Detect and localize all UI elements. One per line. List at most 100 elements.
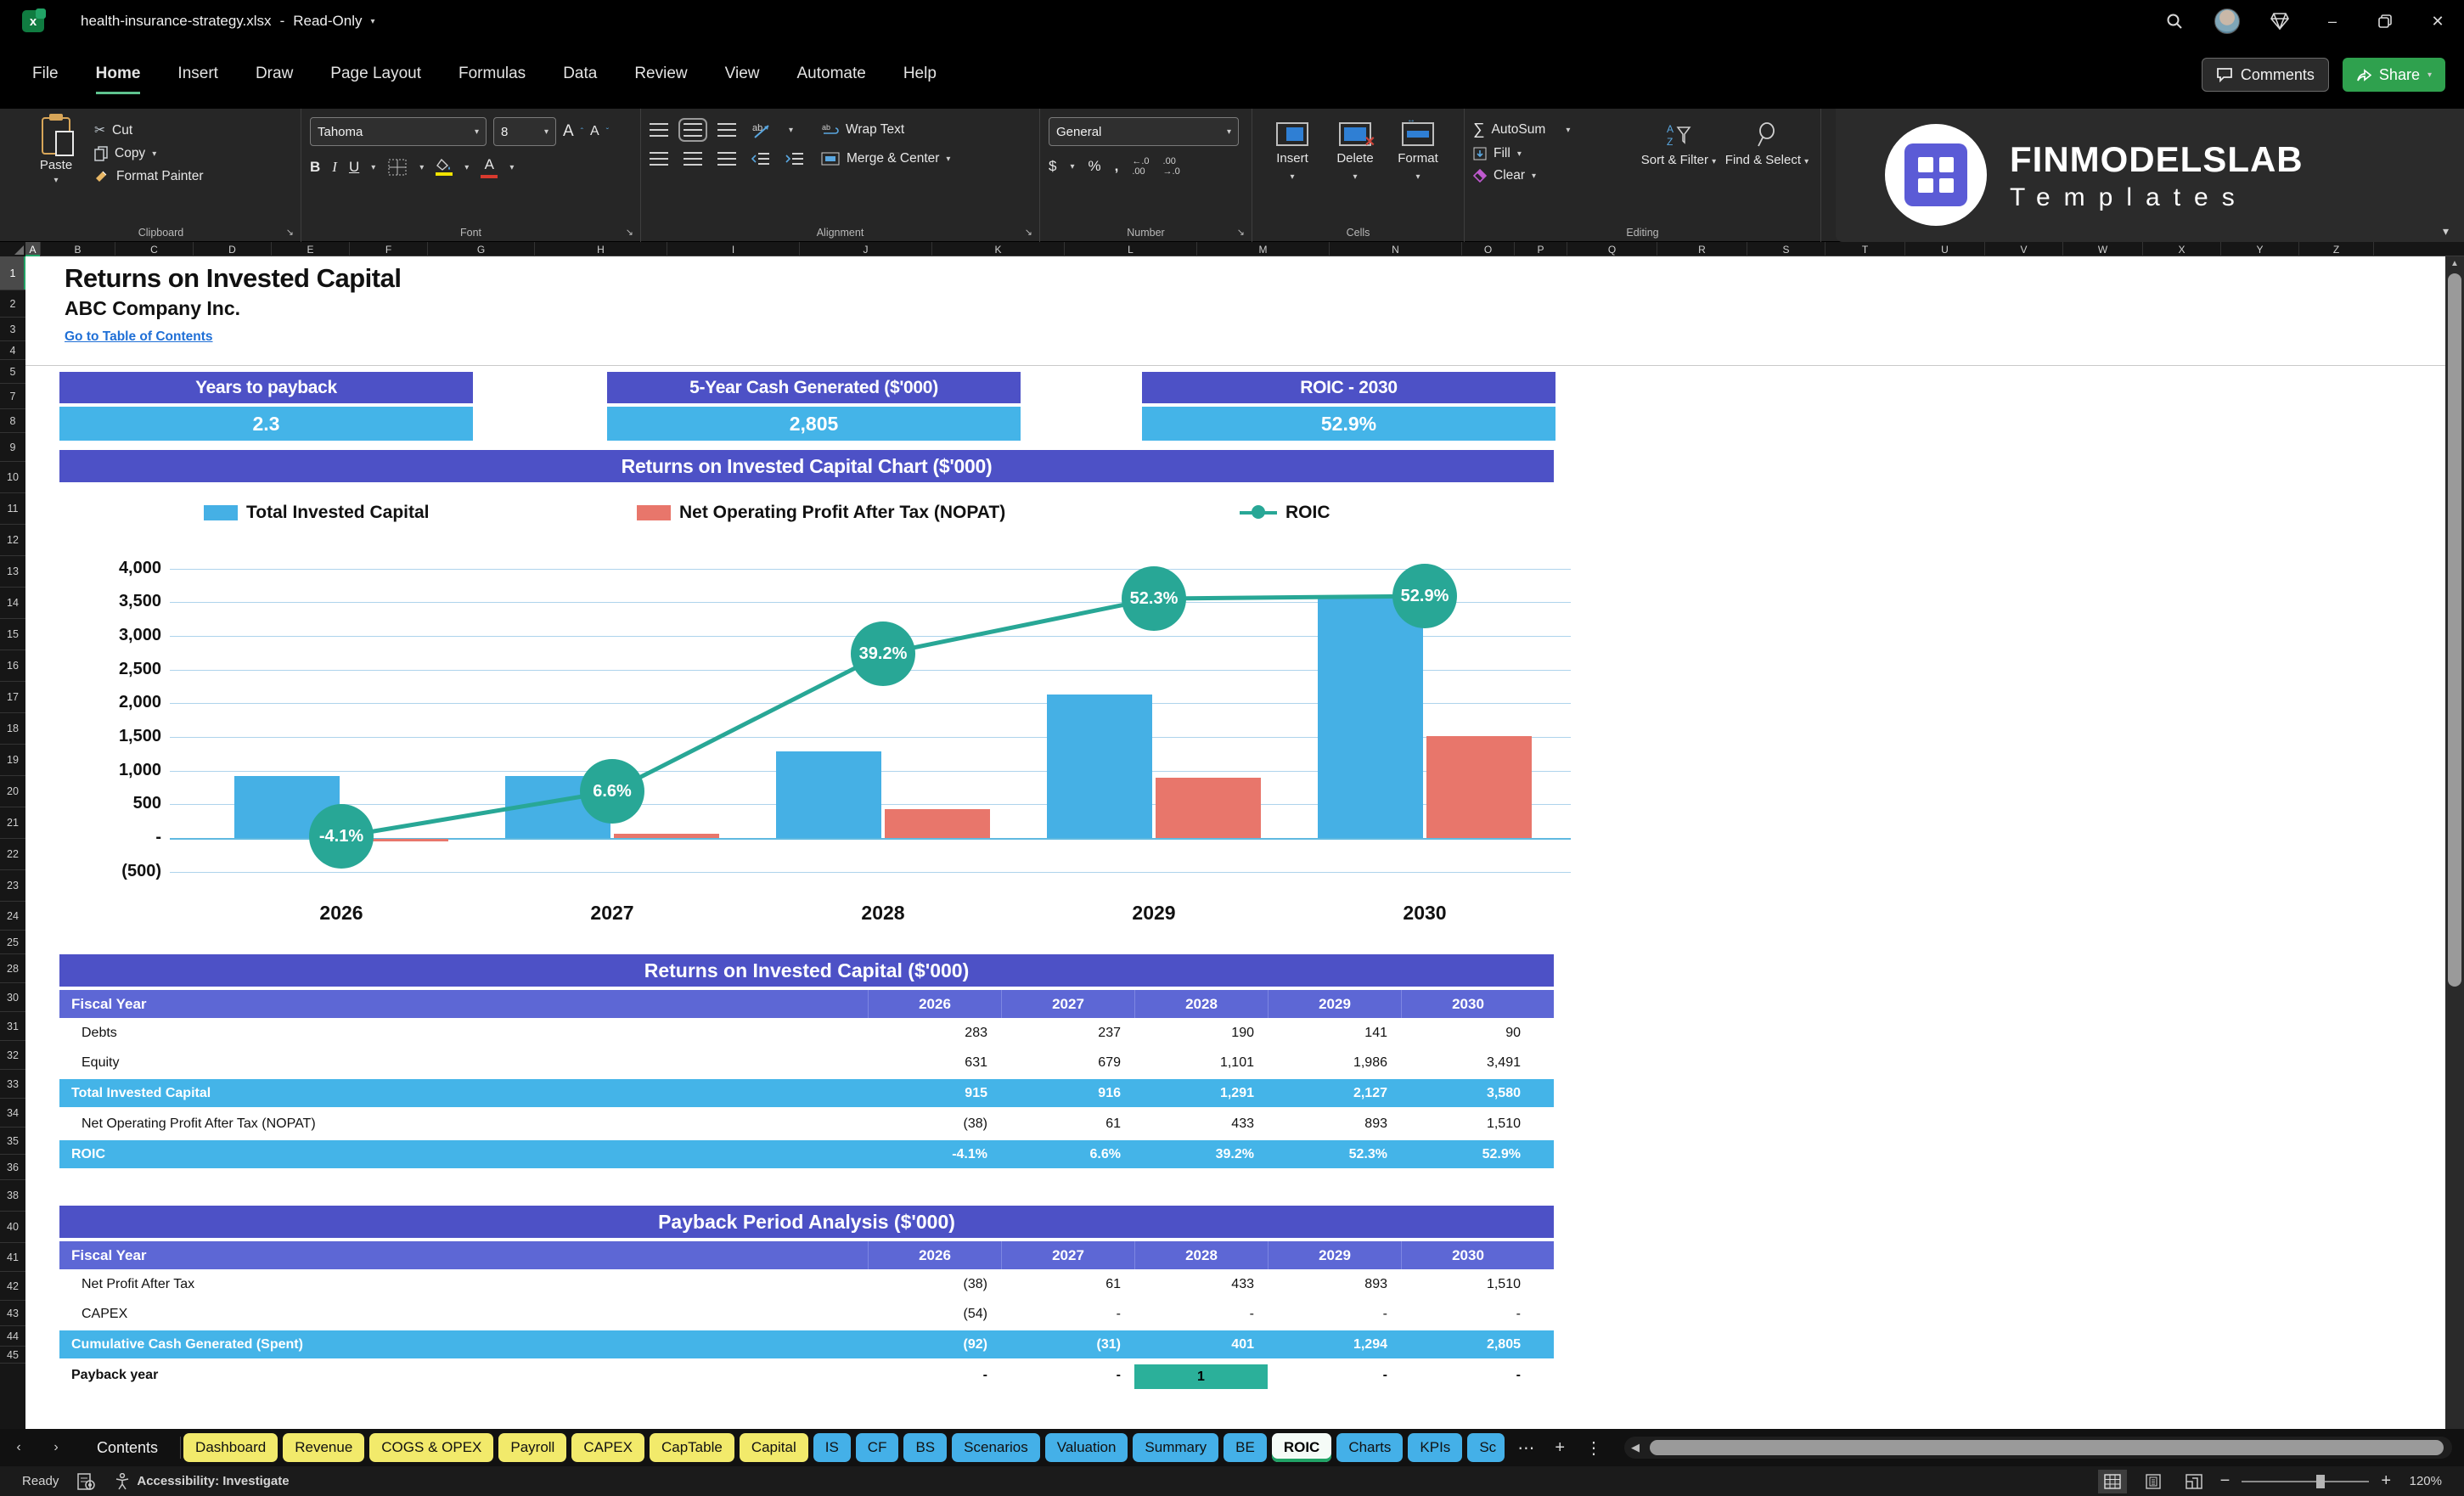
decrease-decimal-button[interactable]: .00 →.0: [1163, 156, 1180, 177]
column-header-V[interactable]: V: [1985, 242, 2063, 256]
row-header-19[interactable]: 19: [0, 745, 25, 776]
sheet-tab-cogs-opex[interactable]: COGS & OPEX: [369, 1433, 494, 1462]
table-row[interactable]: Total Invested Capital 915 916 1,291 2,127 3,…: [59, 1079, 1554, 1107]
avatar[interactable]: [2201, 0, 2253, 42]
fill-color-menu[interactable]: ▾: [464, 163, 469, 172]
align-right-button[interactable]: [717, 152, 736, 166]
macro-record-icon[interactable]: [77, 1472, 96, 1490]
column-header-T[interactable]: T: [1825, 242, 1905, 256]
row-header-43[interactable]: 43: [0, 1301, 25, 1326]
row-header-1[interactable]: 1: [0, 256, 25, 290]
row-header-17[interactable]: 17: [0, 682, 25, 713]
search-icon[interactable]: [2148, 0, 2201, 42]
tab-options-icon[interactable]: ⋮: [1575, 1437, 1612, 1459]
increase-decimal-button[interactable]: ←.0.00: [1132, 156, 1149, 177]
sheet-tab-charts[interactable]: Charts: [1336, 1433, 1404, 1462]
paste-button[interactable]: Paste ▾: [30, 114, 82, 217]
table-row[interactable]: Equity 631 679 1,101 1,986 3,491: [59, 1048, 1554, 1077]
select-all-corner[interactable]: [0, 242, 25, 256]
row-header-10[interactable]: 10: [0, 462, 25, 493]
column-header-H[interactable]: H: [535, 242, 667, 256]
bold-button[interactable]: B: [310, 159, 320, 176]
table-row[interactable]: Cumulative Cash Generated (Spent) (92) (31…: [59, 1330, 1554, 1358]
column-header-Q[interactable]: Q: [1567, 242, 1657, 256]
shrink-font-button[interactable]: Aˇ: [590, 117, 609, 146]
comma-style-button[interactable]: ,: [1115, 158, 1119, 175]
font-color-button[interactable]: A: [481, 156, 498, 178]
column-header-R[interactable]: R: [1657, 242, 1747, 256]
column-header-F[interactable]: F: [350, 242, 428, 256]
column-header-W[interactable]: W: [2063, 242, 2143, 256]
scroll-left-icon[interactable]: ◀: [1631, 1441, 1640, 1454]
fill-button[interactable]: Fill ▾: [1473, 146, 1634, 161]
decrease-indent-icon[interactable]: [751, 152, 770, 166]
chevron-down-icon[interactable]: ▾: [371, 17, 375, 26]
column-header-E[interactable]: E: [272, 242, 350, 256]
zoom-out-button[interactable]: −: [2220, 1471, 2231, 1491]
borders-menu[interactable]: ▾: [419, 163, 424, 172]
table-of-contents-link[interactable]: Go to Table of Contents: [65, 329, 213, 345]
row-header-25[interactable]: 25: [0, 931, 25, 954]
column-header-C[interactable]: C: [115, 242, 194, 256]
more-sheets-icon[interactable]: ⋯: [1507, 1437, 1544, 1459]
menu-tab-insert[interactable]: Insert: [177, 65, 218, 94]
row-header-24[interactable]: 24: [0, 902, 25, 931]
sheet-tab-is[interactable]: IS: [813, 1433, 851, 1462]
row-header-34[interactable]: 34: [0, 1099, 25, 1128]
sheet-tab-summary[interactable]: Summary: [1133, 1433, 1219, 1462]
row-header-3[interactable]: 3: [0, 318, 25, 341]
number-dialog-launcher[interactable]: ↘: [1237, 227, 1245, 238]
row-header-20[interactable]: 20: [0, 776, 25, 807]
row-header-7[interactable]: 7: [0, 384, 25, 409]
zoom-level[interactable]: 120%: [2403, 1474, 2442, 1488]
sheet-tab-captable[interactable]: CapTable: [649, 1433, 734, 1462]
sheet-tab-contents[interactable]: Contents: [75, 1439, 180, 1457]
row-header-30[interactable]: 30: [0, 983, 25, 1012]
accounting-format-button[interactable]: $: [1049, 158, 1056, 175]
sheet-tab-dashboard[interactable]: Dashboard: [183, 1433, 278, 1462]
insert-cells-button[interactable]: Insert ▾: [1261, 117, 1324, 217]
find-select-button[interactable]: Find & Select ▾: [1723, 117, 1811, 217]
sheet-tab-sc[interactable]: Sc: [1467, 1433, 1505, 1462]
clear-button[interactable]: Clear ▾: [1473, 168, 1634, 183]
italic-button[interactable]: I: [332, 159, 337, 176]
menu-tab-file[interactable]: File: [32, 65, 59, 94]
scroll-up-icon[interactable]: ▲: [2445, 256, 2464, 270]
row-header-32[interactable]: 32: [0, 1041, 25, 1070]
menu-tab-automate[interactable]: Automate: [796, 65, 865, 94]
row-header-16[interactable]: 16: [0, 650, 25, 682]
sheet-tab-valuation[interactable]: Valuation: [1044, 1433, 1128, 1462]
align-top-button[interactable]: [650, 123, 668, 137]
format-cells-button[interactable]: ↔ Format ▾: [1387, 115, 1449, 217]
row-header-38[interactable]: 38: [0, 1180, 25, 1212]
sheet-grid[interactable]: Returns on Invested Capital ABC Company …: [25, 256, 2445, 1429]
sheet-tab-bs[interactable]: BS: [903, 1433, 948, 1462]
row-header-2[interactable]: 2: [0, 290, 25, 318]
wrap-text-button[interactable]: ab Wrap Text: [822, 122, 904, 138]
sheet-tab-revenue[interactable]: Revenue: [283, 1433, 365, 1462]
row-header-28[interactable]: 28: [0, 954, 25, 983]
row-header-18[interactable]: 18: [0, 713, 25, 745]
column-header-I[interactable]: I: [667, 242, 800, 256]
sheet-tab-cf[interactable]: CF: [855, 1433, 899, 1462]
underline-button[interactable]: U: [349, 159, 359, 176]
row-header-41[interactable]: 41: [0, 1243, 25, 1272]
comments-button[interactable]: Comments: [2201, 58, 2329, 92]
clipboard-dialog-launcher[interactable]: ↘: [286, 227, 294, 238]
row-header-45[interactable]: 45: [0, 1347, 25, 1364]
premium-diamond-icon[interactable]: [2253, 0, 2306, 42]
number-format-select[interactable]: General ▾: [1049, 117, 1239, 146]
column-header-L[interactable]: L: [1065, 242, 1197, 256]
cut-button[interactable]: ✂ Cut: [94, 122, 204, 138]
row-header-4[interactable]: 4: [0, 341, 25, 360]
table-row[interactable]: Payback year - -1- -: [59, 1360, 1554, 1390]
page-break-view-icon[interactable]: [2180, 1470, 2208, 1493]
alignment-dialog-launcher[interactable]: ↘: [1025, 227, 1032, 238]
table-row[interactable]: Net Operating Profit After Tax (NOPAT) (3…: [59, 1109, 1554, 1139]
zoom-slider-handle[interactable]: [2316, 1474, 2326, 1488]
orientation-icon[interactable]: ab: [751, 121, 774, 139]
align-bottom-button[interactable]: [717, 123, 736, 137]
increase-indent-icon[interactable]: [785, 152, 804, 166]
sheet-tab-capital[interactable]: Capital: [739, 1433, 808, 1462]
column-header-S[interactable]: S: [1747, 242, 1825, 256]
